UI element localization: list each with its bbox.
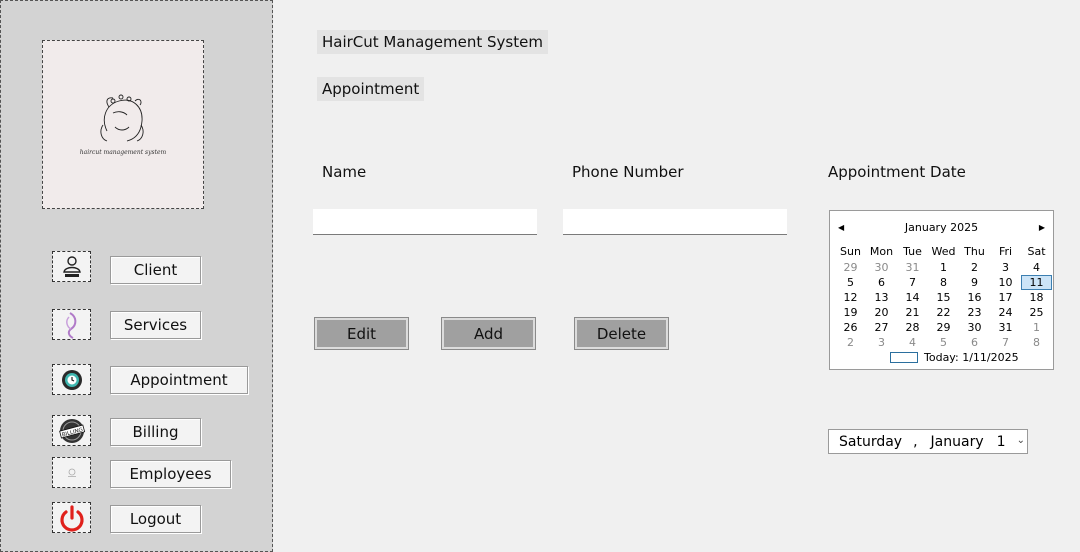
calendar-day[interactable]: 29 xyxy=(835,260,866,275)
today-text: Today: 1/11/2025 xyxy=(924,351,1019,364)
today-marker xyxy=(890,352,918,363)
delete-button[interactable]: Delete xyxy=(574,317,669,350)
calendar-day[interactable]: 1 xyxy=(928,260,959,275)
calendar-day[interactable]: 30 xyxy=(866,260,897,275)
calendar-day[interactable]: 5 xyxy=(928,335,959,350)
phone-input[interactable] xyxy=(563,209,787,235)
services-button[interactable]: Services xyxy=(110,311,201,339)
calendar-day[interactable]: 30 xyxy=(959,320,990,335)
calendar-day[interactable]: 27 xyxy=(866,320,897,335)
calendar-day[interactable]: 2 xyxy=(959,260,990,275)
calendar-day[interactable]: 22 xyxy=(928,305,959,320)
calendar-day[interactable]: 25 xyxy=(1021,305,1052,320)
calendar-day[interactable]: 15 xyxy=(928,290,959,305)
appointment-button[interactable]: Appointment xyxy=(110,366,248,394)
date-picker-separator: , xyxy=(913,433,918,450)
date-picker[interactable]: Saturday , January 1 ⌄ xyxy=(828,429,1028,454)
calendar-day[interactable]: 14 xyxy=(897,290,928,305)
calendar-day[interactable]: 4 xyxy=(897,335,928,350)
calendar-week-row: 19 20 21 22 23 24 25 xyxy=(835,305,1052,320)
calendar-day[interactable]: 2 xyxy=(835,335,866,350)
appointment-icon xyxy=(52,364,91,395)
calendar-day[interactable]: 28 xyxy=(897,320,928,335)
calendar-day[interactable]: 16 xyxy=(959,290,990,305)
logo-face-icon xyxy=(100,94,144,142)
sidebar: haircut management system Client Service… xyxy=(0,0,273,552)
calendar-day[interactable]: 23 xyxy=(959,305,990,320)
calendar-month-title[interactable]: January 2025 xyxy=(830,221,1053,234)
calendar-day[interactable]: 8 xyxy=(1021,335,1052,350)
weekday-label: Tue xyxy=(903,245,922,258)
weekday-label: Fri xyxy=(998,245,1013,258)
client-icon xyxy=(52,251,91,282)
weekday-label: Mon xyxy=(869,245,894,258)
logo: haircut management system xyxy=(42,40,204,209)
calendar-week-row: 12 13 14 15 16 17 18 xyxy=(835,290,1052,305)
billing-button[interactable]: Billing xyxy=(110,418,201,446)
calendar-day[interactable]: 21 xyxy=(897,305,928,320)
weekday-label: Thu xyxy=(964,245,985,258)
calendar-day[interactable]: 19 xyxy=(835,305,866,320)
calendar-day[interactable]: 3 xyxy=(990,260,1021,275)
employees-button[interactable]: Employees xyxy=(110,460,231,488)
calendar-week-row: 26 27 28 29 30 31 1 xyxy=(835,320,1052,335)
calendar-day[interactable]: 10 xyxy=(990,275,1021,290)
calendar-day[interactable]: 17 xyxy=(990,290,1021,305)
calendar-header: ◀ January 2025 ▶ xyxy=(830,221,1053,237)
calendar-day[interactable]: 7 xyxy=(897,275,928,290)
billing-icon: BILLING xyxy=(52,415,91,446)
appointment-date-label: Appointment Date xyxy=(828,163,966,181)
calendar-day[interactable]: 5 xyxy=(835,275,866,290)
weekday-label: Sat xyxy=(1027,245,1046,258)
calendar-day[interactable]: 6 xyxy=(866,275,897,290)
employees-icon xyxy=(52,457,91,488)
services-icon xyxy=(52,309,91,340)
power-icon xyxy=(52,502,91,533)
weekday-label: Sun xyxy=(840,245,861,258)
calendar-week-row: 2345678 xyxy=(835,335,1052,350)
calendar-day[interactable]: 11 xyxy=(1021,275,1052,290)
calendar-day[interactable]: 4 xyxy=(1021,260,1052,275)
date-picker-day[interactable]: 1 xyxy=(997,434,1006,450)
calendar-day[interactable]: 29 xyxy=(928,320,959,335)
chevron-down-icon[interactable]: ⌄ xyxy=(1017,435,1025,446)
phone-label: Phone Number xyxy=(572,163,684,181)
calendar-week-row: 29 30 31 1 2 3 4 xyxy=(835,260,1052,275)
calendar-day[interactable]: 12 xyxy=(835,290,866,305)
add-button[interactable]: Add xyxy=(441,317,536,350)
calendar-today[interactable]: Today: 1/11/2025 xyxy=(890,351,1019,364)
calendar-day[interactable]: 8 xyxy=(928,275,959,290)
calendar-day[interactable]: 1 xyxy=(1021,320,1052,335)
calendar-day[interactable]: 3 xyxy=(866,335,897,350)
app-title: HairCut Management System xyxy=(317,30,548,54)
date-picker-weekday[interactable]: Saturday xyxy=(839,434,902,450)
calendar-day[interactable]: 7 xyxy=(990,335,1021,350)
logout-button[interactable]: Logout xyxy=(110,505,201,533)
page-title: Appointment xyxy=(317,77,425,101)
name-input[interactable] xyxy=(313,209,537,235)
calendar-day[interactable]: 9 xyxy=(959,275,990,290)
calendar-day[interactable]: 6 xyxy=(959,335,990,350)
calendar-day[interactable]: 26 xyxy=(835,320,866,335)
edit-button[interactable]: Edit xyxy=(314,317,409,350)
next-month-icon[interactable]: ▶ xyxy=(1039,223,1045,232)
calendar-day[interactable]: 31 xyxy=(990,320,1021,335)
calendar-day[interactable]: 18 xyxy=(1021,290,1052,305)
month-calendar[interactable]: ◀ January 2025 ▶ Sun Mon Tue Wed Thu Fri Sat 2… xyxy=(829,210,1054,370)
name-label: Name xyxy=(322,163,367,181)
weekday-label: Wed xyxy=(931,245,956,258)
calendar-day[interactable]: 31 xyxy=(897,260,928,275)
date-picker-month[interactable]: January xyxy=(931,434,984,450)
calendar-week-row: 5 6 7 8 9 10 11 xyxy=(835,275,1052,290)
client-button[interactable]: Client xyxy=(110,256,201,284)
calendar-day[interactable]: 24 xyxy=(990,305,1021,320)
calendar-day[interactable]: 20 xyxy=(866,305,897,320)
calendar-day[interactable]: 13 xyxy=(866,290,897,305)
weekday-header-row: Sun Mon Tue Wed Thu Fri Sat xyxy=(835,244,1052,259)
logo-text: haircut management system xyxy=(79,149,167,156)
